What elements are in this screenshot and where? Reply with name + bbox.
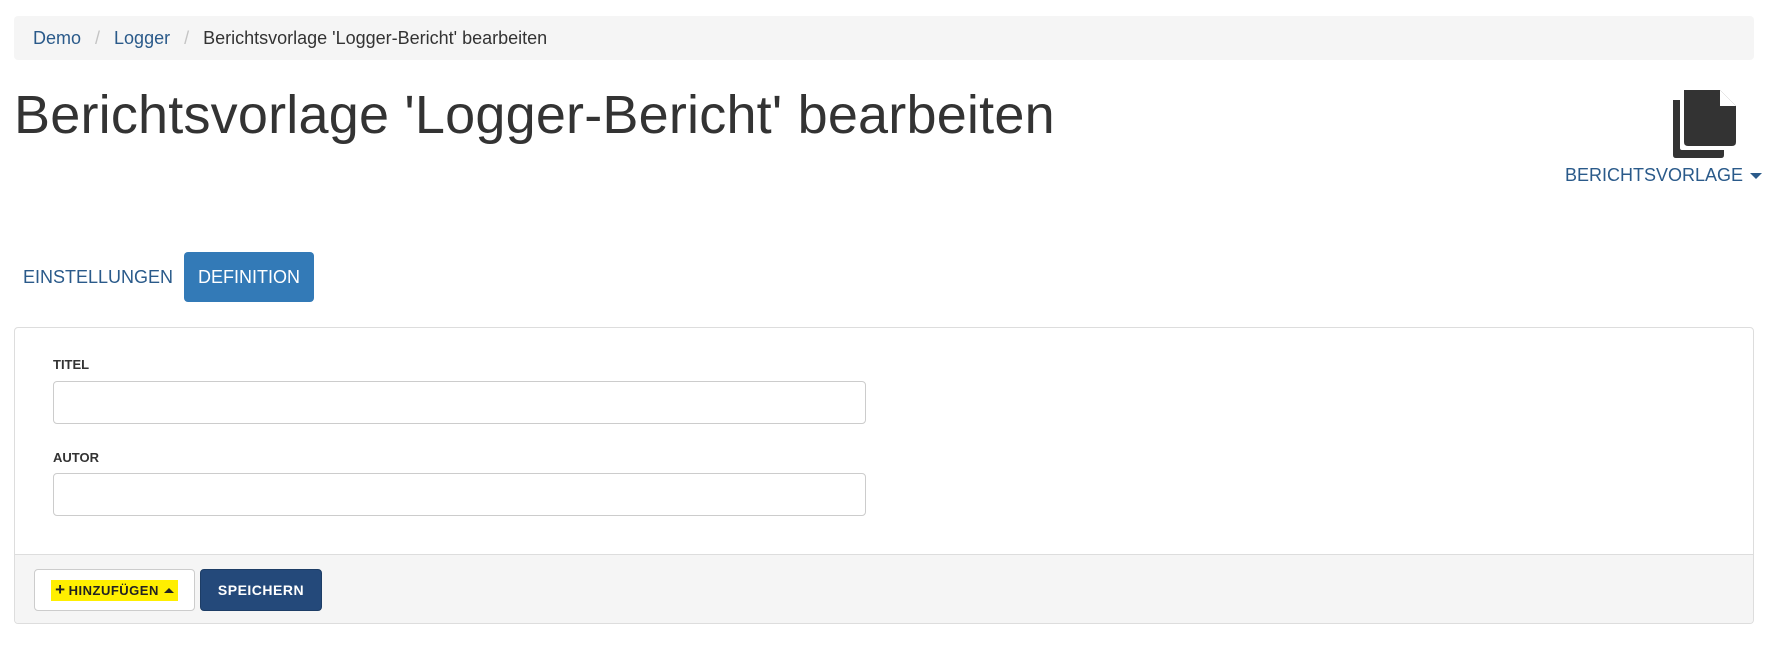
add-button-content: + HINZUFÜGEN [51, 579, 178, 601]
caret-down-icon [1750, 172, 1763, 179]
copy-document-icon [1673, 90, 1736, 158]
plus-icon: + [55, 580, 66, 599]
breadcrumb-separator: / [95, 27, 101, 48]
panel-footer: + HINZUFÜGEN SPEICHERN [15, 554, 1753, 623]
author-input[interactable] [53, 473, 866, 516]
title-label: TITEL [53, 357, 90, 372]
definition-panel: TITEL AUTOR + HINZUFÜGEN SPEICHERN [14, 327, 1754, 624]
template-dropdown-label: BERICHTSVORLAGE [1565, 165, 1744, 185]
breadcrumb-separator: / [184, 27, 190, 48]
save-button[interactable]: SPEICHERN [200, 569, 322, 611]
breadcrumb-link-demo[interactable]: Demo [33, 28, 81, 49]
add-button-label: HINZUFÜGEN [68, 582, 159, 598]
tab-definition[interactable]: DEFINITION [184, 252, 314, 302]
add-dropdown-button[interactable]: + HINZUFÜGEN [34, 569, 195, 611]
breadcrumb-current: Berichtsvorlage 'Logger-Bericht' bearbei… [203, 27, 548, 48]
page-title: Berichtsvorlage 'Logger-Bericht' bearbei… [14, 85, 1055, 145]
tab-settings[interactable]: EINSTELLUNGEN [18, 252, 178, 302]
template-dropdown[interactable]: BERICHTSVORLAGE [1565, 165, 1763, 186]
title-input[interactable] [53, 381, 866, 424]
breadcrumb-link-logger[interactable]: Logger [114, 28, 170, 49]
author-label: AUTOR [53, 450, 99, 465]
caret-up-icon [163, 587, 174, 593]
breadcrumb: Demo / Logger / Berichtsvorlage 'Logger-… [14, 16, 1754, 60]
